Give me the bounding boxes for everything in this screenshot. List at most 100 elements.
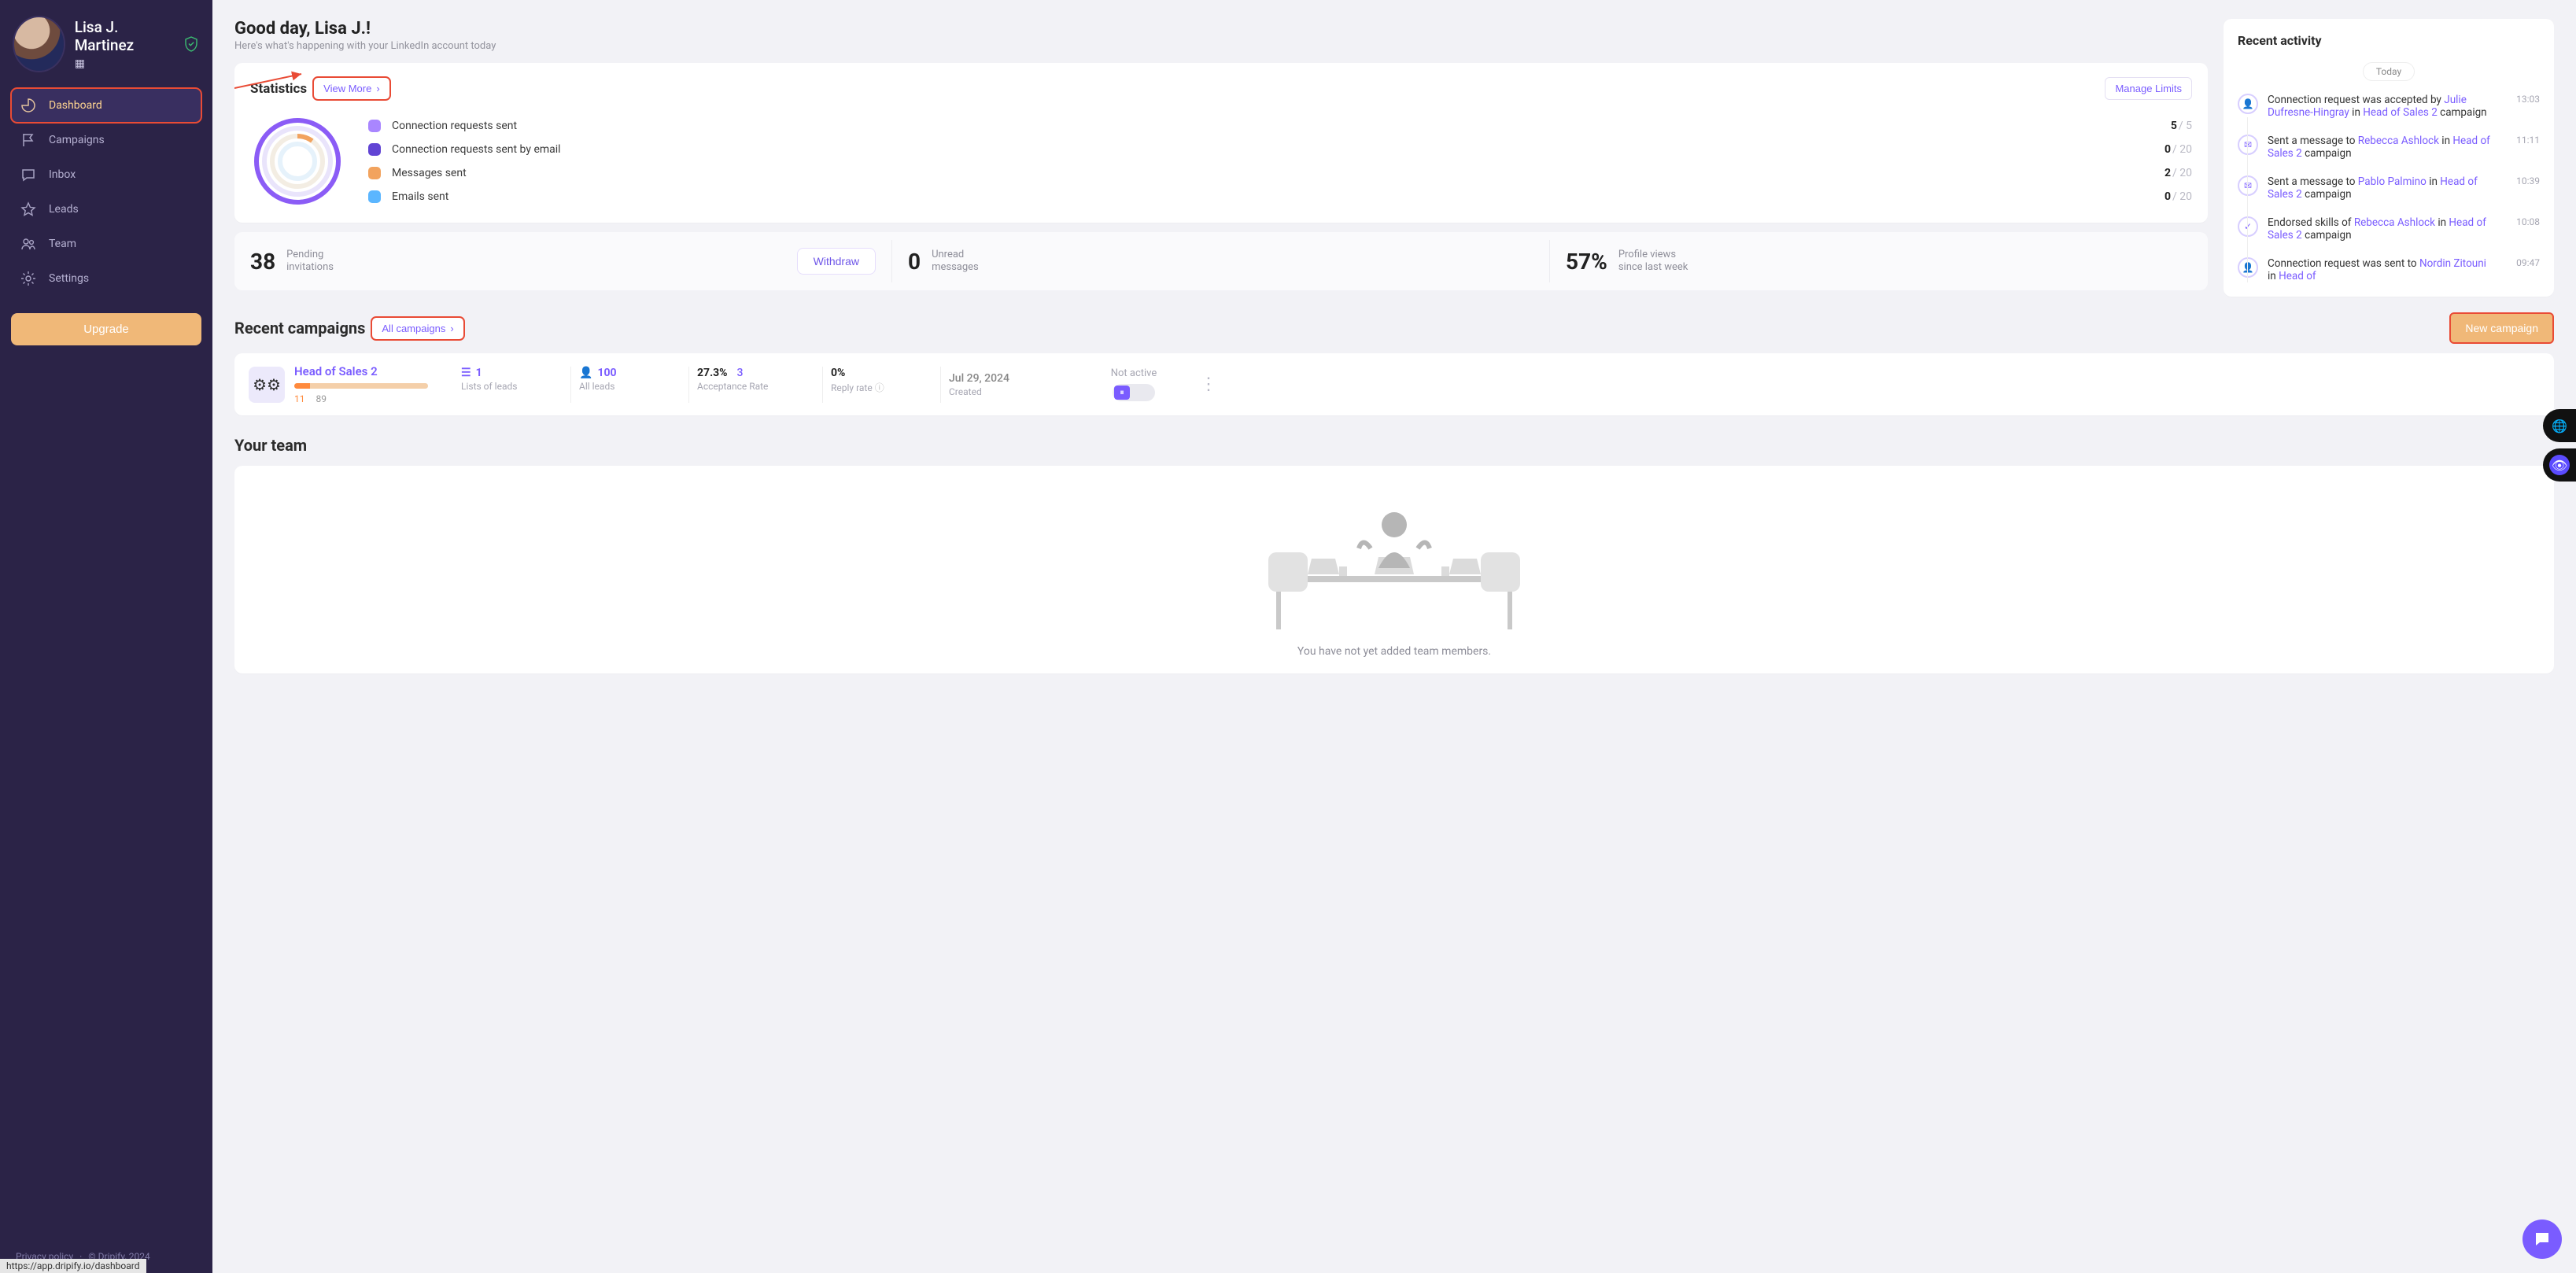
- sidebar-item-label: Settings: [49, 272, 89, 285]
- list-icon: ☰: [461, 367, 471, 379]
- sidebar-item-label: Inbox: [49, 168, 76, 181]
- team-empty-text: You have not yet added team members.: [1297, 645, 1491, 658]
- campaign-name-link[interactable]: Head of Sales 2: [294, 364, 378, 378]
- sidebar-item-inbox[interactable]: Inbox: [11, 157, 201, 192]
- sidebar: Lisa J. Martinez ▦ Dashboard Campaigns I…: [0, 0, 212, 1273]
- profile-block: Lisa J. Martinez ▦: [11, 14, 201, 85]
- metric-reply: 0% Reply rate ⓘ: [831, 367, 941, 403]
- gear-icon: [20, 271, 36, 286]
- stat-row: Connection requests sent by email 0/ 20: [368, 143, 2192, 156]
- sidebar-item-label: Leads: [49, 203, 79, 216]
- new-campaign-button[interactable]: New campaign: [2449, 312, 2554, 344]
- chat-icon: [2533, 1230, 2552, 1249]
- pie-icon: [20, 98, 36, 113]
- sidebar-item-campaigns[interactable]: Campaigns: [11, 123, 201, 157]
- stat-row: Connection requests sent 5/ 5: [368, 120, 2192, 132]
- all-campaigns-button[interactable]: All campaigns ›: [371, 317, 463, 340]
- kpi-unread: 0 Unreadmessages: [892, 240, 1550, 282]
- assistant-fab[interactable]: 👁: [2543, 448, 2576, 482]
- status-toggle-col: Not active ⏸: [1083, 367, 1185, 401]
- page-title: Good day, Lisa J.!: [234, 19, 2208, 39]
- sidebar-item-dashboard[interactable]: Dashboard: [11, 88, 201, 123]
- translate-fab[interactable]: 🌐: [2543, 409, 2576, 442]
- pause-icon: ⏸: [1114, 386, 1130, 400]
- stats-ring-chart: [250, 114, 345, 208]
- upgrade-button[interactable]: Upgrade: [11, 313, 201, 345]
- withdraw-button[interactable]: Withdraw: [797, 248, 876, 275]
- activity-person-link[interactable]: Rebecca Ashlock: [2358, 135, 2439, 147]
- row-menu-button[interactable]: ⋮: [1193, 375, 1224, 394]
- statistics-card: Statistics View More › Manage Limits: [234, 63, 2208, 223]
- sidebar-item-team[interactable]: Team: [11, 227, 201, 261]
- dot-icon: [368, 143, 381, 156]
- chevron-right-icon: ›: [450, 323, 453, 334]
- activity-list: 👤 Connection request was accepted by Jul…: [2238, 86, 2540, 290]
- sidebar-nav: Dashboard Campaigns Inbox Leads Team Set…: [11, 88, 201, 296]
- activity-date-chip: Today: [2363, 62, 2415, 81]
- metric-lists: ☰ 1 Lists of leads: [461, 367, 571, 403]
- recent-campaigns-head: Recent campaigns All campaigns › New cam…: [234, 312, 2554, 344]
- activity-title: Recent activity: [2238, 33, 2540, 48]
- sidebar-item-label: Team: [49, 238, 76, 250]
- flag-icon: [20, 132, 36, 148]
- activity-item: ✓ Endorsed skills of Rebecca Ashlock in …: [2238, 208, 2540, 249]
- status-toggle[interactable]: ⏸: [1113, 384, 1155, 401]
- view-more-button[interactable]: View More ›: [313, 77, 390, 100]
- chat-fab[interactable]: [2522, 1219, 2562, 1259]
- activity-item: ✉ Sent a message to Rebecca Ashlock in H…: [2238, 127, 2540, 168]
- kpi-bar: 38 Pendinginvitations Withdraw 0 Unreadm…: [234, 232, 2208, 290]
- dot-icon: [368, 190, 381, 203]
- chat-icon: [20, 167, 36, 183]
- bot-icon: 👁: [2549, 455, 2570, 475]
- stat-row: Emails sent 0/ 20: [368, 190, 2192, 203]
- activity-card: Recent activity Today 👤 Connection reque…: [2224, 19, 2554, 297]
- profile-name: Lisa J. Martinez: [75, 18, 173, 54]
- main: Good day, Lisa J.! Here's what's happeni…: [212, 0, 2576, 1273]
- dot-icon: [368, 120, 381, 132]
- manage-limits-button[interactable]: Manage Limits: [2105, 77, 2192, 100]
- metric-leads: 👤 100 All leads: [579, 367, 689, 403]
- check-icon: ✓: [2238, 216, 2258, 237]
- team-title: Your team: [234, 436, 307, 455]
- page-subtitle: Here's what's happening with your Linked…: [234, 40, 2208, 52]
- greeting: Good day, Lisa J.! Here's what's happeni…: [234, 19, 2208, 52]
- campaign-row[interactable]: ⚙︎⚙︎ Head of Sales 2 1189 ☰ 1 Lists of l…: [234, 353, 2554, 415]
- activity-campaign-link[interactable]: Head of: [2279, 270, 2316, 282]
- sidebar-item-label: Campaigns: [49, 134, 105, 146]
- people-icon: [20, 236, 36, 252]
- info-icon[interactable]: ⓘ: [875, 382, 884, 393]
- activity-person-link[interactable]: Pablo Palmino: [2358, 175, 2427, 188]
- activity-person-link[interactable]: Rebecca Ashlock: [2354, 216, 2435, 229]
- campaign-progress: [294, 383, 428, 389]
- team-illustration: [1221, 482, 1567, 639]
- chevron-right-icon: ›: [376, 83, 379, 94]
- activity-person-link[interactable]: Nordin Zitouni: [2419, 257, 2486, 270]
- kpi-views: 57% Profile viewssince last week: [1550, 240, 2208, 282]
- shield-icon: [184, 36, 198, 52]
- star-icon: [20, 201, 36, 217]
- sidebar-item-leads[interactable]: Leads: [11, 192, 201, 227]
- statistics-title: Statistics: [250, 81, 307, 97]
- stat-row: Messages sent 2/ 20: [368, 167, 2192, 179]
- section-title: Recent campaigns: [234, 319, 365, 338]
- device-icon: ▦: [75, 57, 85, 70]
- activity-campaign-link[interactable]: Head of Sales 2: [2363, 106, 2438, 119]
- person-icon: 👤: [579, 367, 592, 379]
- kpi-pending: 38 Pendinginvitations Withdraw: [234, 240, 892, 282]
- team-card: You have not yet added team members.: [234, 466, 2554, 673]
- browser-status-bar: https://app.dripify.io/dashboard: [0, 1259, 146, 1273]
- person-icon: 👤: [2238, 257, 2258, 278]
- activity-item: ✉ Sent a message to Pablo Palmino in Hea…: [2238, 168, 2540, 208]
- person-icon: 👤: [2238, 94, 2258, 114]
- metric-created: Jul 29, 2024 Created: [949, 372, 1075, 397]
- activity-item: 👤 Connection request was sent to Nordin …: [2238, 249, 2540, 290]
- translate-icon: 🌐: [2552, 419, 2567, 434]
- dot-icon: [368, 167, 381, 179]
- sidebar-item-label: Dashboard: [49, 99, 102, 112]
- avatar[interactable]: [14, 17, 64, 71]
- message-icon: ✉: [2238, 175, 2258, 196]
- metric-acceptance: 27.3%3 Acceptance Rate: [697, 367, 823, 403]
- activity-item: 👤 Connection request was accepted by Jul…: [2238, 86, 2540, 127]
- message-icon: ✉: [2238, 135, 2258, 155]
- sidebar-item-settings[interactable]: Settings: [11, 261, 201, 296]
